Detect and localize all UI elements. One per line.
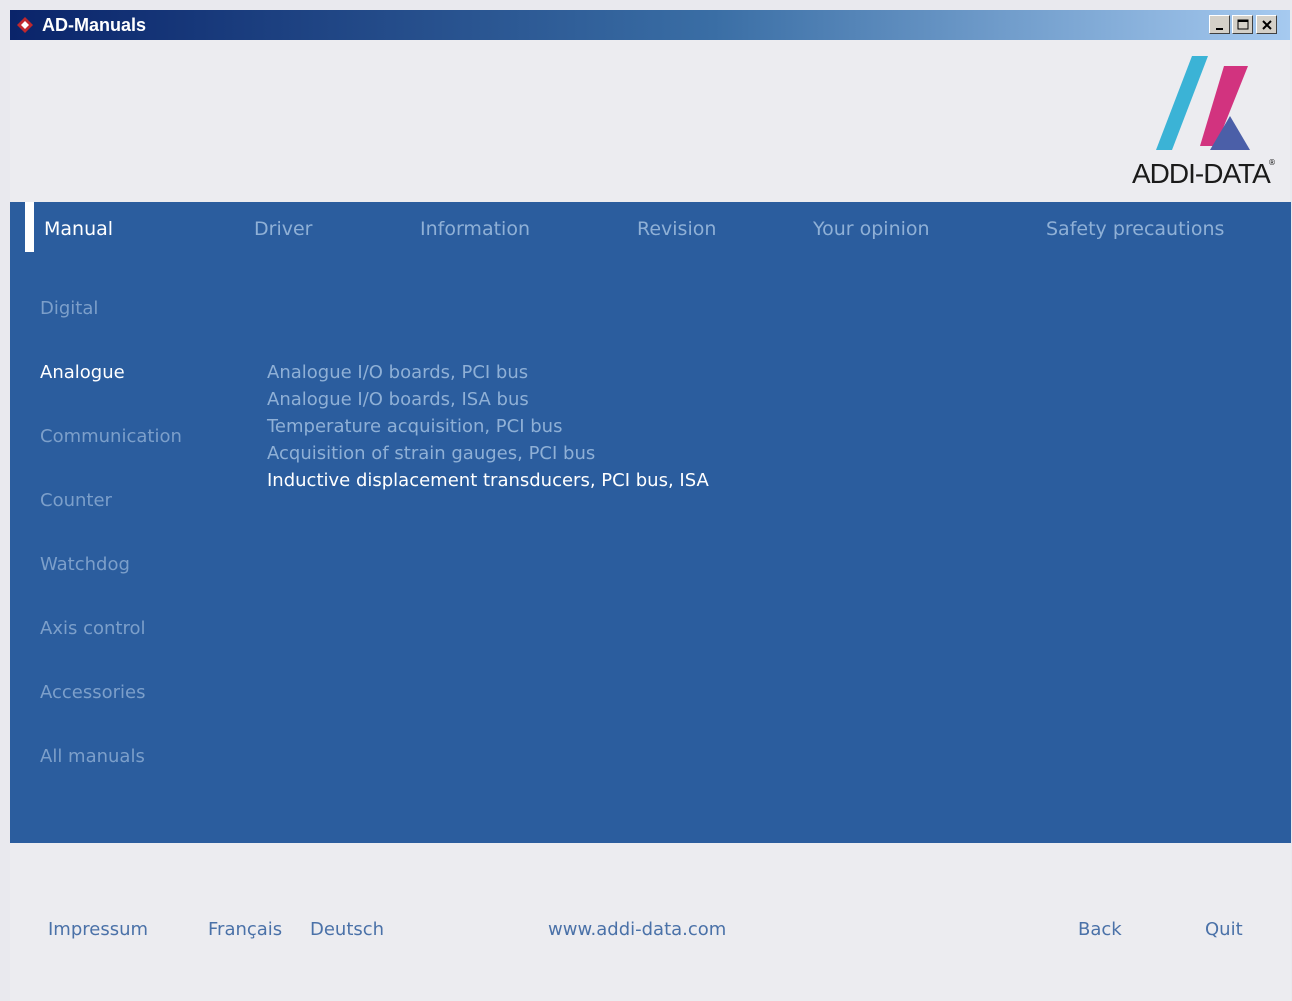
category-analogue[interactable]: Analogue — [40, 362, 125, 383]
impressum-link[interactable]: Impressum — [48, 919, 148, 940]
footer: Impressum Français Deutsch www.addi-data… — [10, 843, 1291, 1001]
category-counter[interactable]: Counter — [40, 490, 112, 511]
tab-manual[interactable]: Manual — [44, 218, 113, 240]
quit-button[interactable]: Quit — [1205, 919, 1243, 940]
category-accessories[interactable]: Accessories — [40, 682, 146, 703]
manual-link[interactable]: Temperature acquisition, PCI bus — [267, 416, 562, 437]
category-communication[interactable]: Communication — [40, 426, 182, 447]
tab-information[interactable]: Information — [420, 218, 530, 240]
minimize-icon — [1216, 28, 1223, 30]
logo-text: ADDI-DATA — [1132, 158, 1271, 189]
manual-link[interactable]: Analogue I/O boards, PCI bus — [267, 362, 528, 383]
manual-link[interactable]: Analogue I/O boards, ISA bus — [267, 389, 529, 410]
main-panel: Manual Driver Information Revision Your … — [10, 202, 1291, 843]
category-digital[interactable]: Digital — [40, 298, 98, 319]
tab-safety-precautions[interactable]: Safety precautions — [1046, 218, 1224, 240]
tab-driver[interactable]: Driver — [254, 218, 312, 240]
deutsch-link[interactable]: Deutsch — [310, 919, 384, 940]
active-tab-indicator — [25, 202, 34, 252]
app-icon[interactable] — [17, 17, 33, 33]
manual-link[interactable]: Acquisition of strain gauges, PCI bus — [267, 443, 595, 464]
manual-link-highlighted[interactable]: Inductive displacement transducers, PCI … — [267, 470, 709, 491]
category-all-manuals[interactable]: All manuals — [40, 746, 145, 767]
tab-revision[interactable]: Revision — [637, 218, 716, 240]
category-watchdog[interactable]: Watchdog — [40, 554, 130, 575]
website-link[interactable]: www.addi-data.com — [548, 919, 726, 940]
registered-mark: ® — [1268, 158, 1276, 167]
back-button[interactable]: Back — [1078, 919, 1122, 940]
window-titlebar: AD-Manuals — [10, 10, 1290, 40]
window-title: AD-Manuals — [42, 15, 147, 35]
close-button[interactable] — [1256, 15, 1277, 34]
category-axis-control[interactable]: Axis control — [40, 618, 145, 639]
close-icon — [1262, 20, 1272, 30]
tab-your-opinion[interactable]: Your opinion — [813, 218, 930, 240]
header: ADDI-DATA ® — [10, 40, 1290, 202]
maximize-icon — [1237, 19, 1249, 30]
francais-link[interactable]: Français — [208, 919, 282, 940]
maximize-button[interactable] — [1232, 15, 1253, 34]
minimize-button[interactable] — [1209, 15, 1230, 34]
